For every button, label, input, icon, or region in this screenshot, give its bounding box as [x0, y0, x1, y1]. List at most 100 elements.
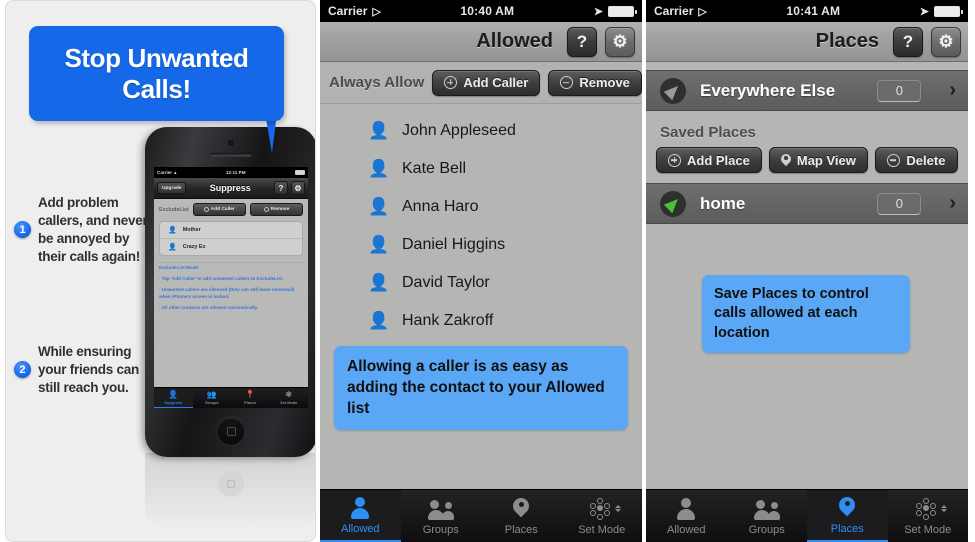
map-pin-icon	[781, 154, 791, 167]
person-icon: 👤	[168, 389, 179, 399]
mini-tab-bar: 👤 Suppress 👥 Groups 📍 Places ⚛ Set Mode	[154, 387, 308, 408]
mini-help-text: ExcludeList Mode: · Tap 'Add Caller' to …	[159, 262, 303, 311]
tab-allowed[interactable]: Allowed	[646, 490, 727, 542]
gear-icon[interactable]: ⚙	[605, 26, 635, 57]
help-line: · Tap 'Add Caller' to add unwanted calle…	[159, 275, 284, 281]
tab-places[interactable]: Places	[481, 490, 562, 542]
tab-places[interactable]: Places	[807, 490, 888, 542]
add-place-label: Add Place	[687, 152, 750, 168]
tab-groups[interactable]: Groups	[401, 490, 482, 542]
list-item[interactable]: 👤 John Appleseed	[320, 112, 642, 150]
contact-name: Anna Haro	[402, 198, 479, 215]
person-icon: 👤	[368, 273, 390, 292]
contact-name: Daniel Higgins	[402, 236, 506, 253]
help-button[interactable]: ?	[567, 26, 597, 57]
person-icon: 👤	[368, 121, 390, 140]
tab-label: Allowed	[666, 523, 706, 536]
place-row-home[interactable]: home 0 ›	[646, 183, 968, 224]
promo-bullet-1: 1 Add problem callers, and never be anno…	[14, 194, 154, 266]
tab-groups[interactable]: Groups	[727, 490, 808, 542]
clock: 10:41 AM	[786, 4, 841, 18]
tab-set-mode[interactable]: Set Mode	[888, 490, 969, 542]
list-item[interactable]: 👤 Anna Haro	[320, 188, 642, 226]
places-toolbar: Add Place Map View Delete	[646, 147, 968, 183]
place-name: home	[700, 193, 746, 213]
mini-tab-label: Suppress	[164, 399, 183, 405]
help-button[interactable]: ?	[274, 181, 288, 195]
gear-icon[interactable]: ⚙	[291, 181, 305, 195]
place-row-everywhere-else[interactable]: Everywhere Else 0 ›	[646, 70, 968, 111]
set-mode-icon: ⚛	[285, 390, 293, 399]
mini-tab-places[interactable]: 📍 Places	[231, 388, 270, 408]
battery-icon	[608, 5, 637, 17]
toolbar-label: Always Allow	[329, 74, 425, 91]
mute-switch	[145, 172, 146, 182]
home-button[interactable]	[217, 417, 245, 445]
mini-add-caller-button[interactable]: Add Caller	[192, 203, 246, 216]
bullet-number-badge: 1	[14, 221, 31, 239]
set-mode-icon	[915, 497, 947, 521]
contacts-list: 👤 John Appleseed 👤 Kate Bell 👤 Anna Haro…	[320, 104, 642, 340]
add-caller-button[interactable]: Add Caller	[432, 69, 541, 96]
screenshot-stage: Stop Unwanted Calls! 1 Add problem calle…	[0, 0, 975, 542]
mini-status-bar: Carrier ▴ 12:11 PM	[154, 167, 308, 178]
mini-toolbar: ExcludeList Add Caller Remove	[159, 203, 304, 216]
delete-place-button[interactable]: Delete	[874, 147, 958, 173]
add-caller-label: Add Caller	[463, 75, 529, 90]
tab-label: Places	[504, 523, 538, 536]
promo-headline-callout: Stop Unwanted Calls!	[29, 26, 284, 121]
mini-tab-groups[interactable]: 👥 Groups	[193, 388, 232, 408]
info-callout: Save Places to control calls allowed at …	[702, 275, 910, 354]
contact-name: Crazy Ex	[182, 244, 206, 250]
status-bar: Carrier ▷ 10:40 AM ➤	[320, 0, 642, 22]
list-item[interactable]: 👤 Daniel Higgins	[320, 226, 642, 264]
phone-reflection	[145, 453, 315, 531]
mini-tab-suppress[interactable]: 👤 Suppress	[154, 388, 193, 408]
help-button[interactable]: ?	[893, 26, 923, 57]
promo-panel: Stop Unwanted Calls! 1 Add problem calle…	[5, 0, 316, 542]
clock: 10:40 AM	[460, 4, 515, 18]
list-item[interactable]: 👤 Mother	[160, 222, 302, 238]
group-icon	[753, 497, 780, 521]
mini-carrier-label: Carrier	[157, 170, 173, 175]
list-item[interactable]: 👤 David Taylor	[320, 264, 642, 302]
set-mode-icon	[589, 497, 621, 521]
location-arrow-icon: ➤	[919, 5, 929, 18]
list-item[interactable]: 👤 Hank Zakroff	[320, 302, 642, 340]
places-screen: Carrier ▷ 10:41 AM ➤ Places ? ⚙ Everywhe…	[646, 0, 968, 542]
tab-label: Set Mode	[904, 523, 952, 536]
list-item[interactable]: 👤 Kate Bell	[320, 150, 642, 188]
remove-caller-button[interactable]: Remove	[548, 69, 642, 96]
delete-label: Delete	[906, 152, 946, 168]
chevron-right-icon: ›	[949, 192, 956, 214]
gear-icon[interactable]: ⚙	[931, 26, 961, 57]
mini-remove-button[interactable]: Remove	[249, 203, 304, 216]
place-count-badge: 0	[877, 79, 922, 102]
contact-name: David Taylor	[402, 274, 490, 291]
tab-allowed[interactable]: Allowed	[320, 490, 401, 542]
list-item[interactable]: 👤 Crazy Ex	[160, 238, 302, 255]
wifi-icon: ▷	[372, 5, 381, 18]
mini-tab-set-mode[interactable]: ⚛ Set Mode	[270, 388, 309, 408]
mini-toolbar-label: ExcludeList	[159, 206, 189, 213]
allowed-screen: Carrier ▷ 10:40 AM ➤ Allowed ? ⚙ Always …	[320, 0, 642, 542]
nav-bar: Allowed ? ⚙	[320, 22, 642, 62]
person-icon	[677, 497, 696, 521]
tab-label: Set Mode	[578, 523, 626, 536]
minus-circle-icon	[887, 153, 901, 167]
group-icon: 👥	[206, 390, 217, 399]
tab-bar: Allowed Groups Places Set Mode	[320, 489, 642, 542]
map-view-button[interactable]: Map View	[768, 147, 868, 173]
mini-tab-label: Set Mode	[280, 400, 298, 405]
upgrade-button[interactable]: Upgrade	[157, 182, 187, 194]
tab-label: Places	[830, 522, 864, 535]
contact-name: Kate Bell	[402, 160, 467, 177]
saved-places-label: Saved Places	[660, 124, 756, 141]
help-title: ExcludeList Mode:	[159, 265, 200, 270]
add-place-button[interactable]: Add Place	[656, 147, 762, 173]
status-bar: Carrier ▷ 10:41 AM ➤	[646, 0, 968, 22]
navigation-arrow-icon	[660, 190, 686, 217]
person-icon: 👤	[368, 197, 390, 216]
tab-set-mode[interactable]: Set Mode	[562, 490, 643, 542]
contact-name: John Appleseed	[402, 122, 516, 139]
